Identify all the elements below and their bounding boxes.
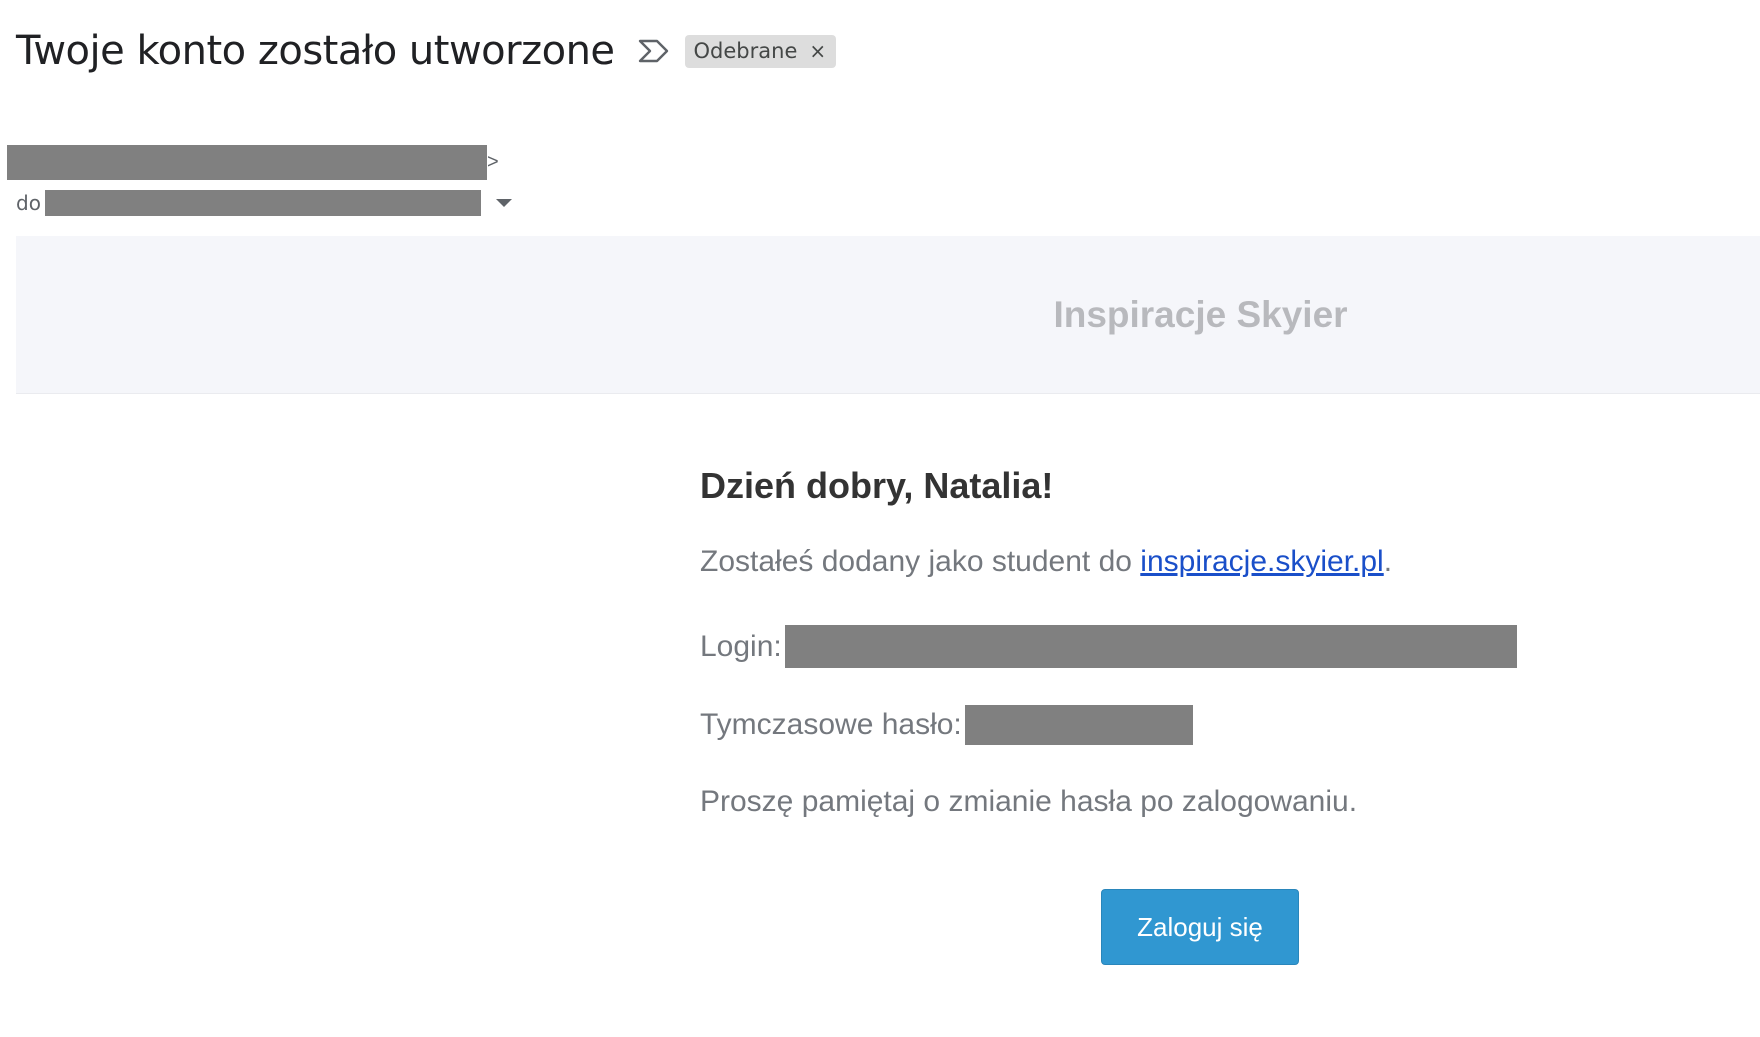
site-link[interactable]: inspiracje.skyier.pl (1140, 545, 1383, 579)
redacted-recipient (44, 190, 481, 216)
password-label: Tymczasowe hasło: (700, 708, 962, 741)
redacted-login (784, 625, 1517, 668)
email-body: Dzień dobry, Natalia! Zostałeś dodany ja… (700, 465, 1600, 818)
login-label: Login: (700, 629, 782, 663)
label-chip-text: Odebrane (693, 38, 798, 63)
recipient-line: do (16, 190, 513, 216)
login-button[interactable]: Zaloguj się (1101, 889, 1299, 965)
password-line: Tymczasowe hasło: (700, 705, 1193, 745)
remove-label-button[interactable]: × (809, 41, 826, 61)
message-header: Twoje konto zostało utworzone Odebrane × (16, 28, 837, 74)
recipient-prefix: do (16, 191, 41, 215)
email-subject: Twoje konto zostało utworzone (16, 28, 615, 74)
password-change-note: Proszę pamiętaj o zmianie hasła po zalog… (700, 785, 1358, 818)
intro-end: . (1383, 545, 1393, 578)
redacted-sender (7, 145, 487, 180)
caret-down-icon[interactable] (495, 197, 513, 209)
redacted-password (964, 705, 1193, 745)
email-banner: Inspiracje Skyier (16, 236, 1760, 394)
login-line: Login: (700, 625, 1517, 668)
importance-marker-icon[interactable] (637, 36, 671, 66)
intro-text: Zostałeś dodany jako student do (700, 545, 1141, 578)
brand-name: Inspiracje Skyier (1053, 294, 1348, 335)
sender-line: > (7, 145, 499, 180)
sender-address-bracket: > (487, 151, 499, 173)
intro-paragraph: Zostałeś dodany jako student do inspirac… (700, 545, 1392, 579)
label-chip-inbox[interactable]: Odebrane × (684, 34, 837, 68)
greeting: Dzień dobry, Natalia! (700, 465, 1054, 506)
